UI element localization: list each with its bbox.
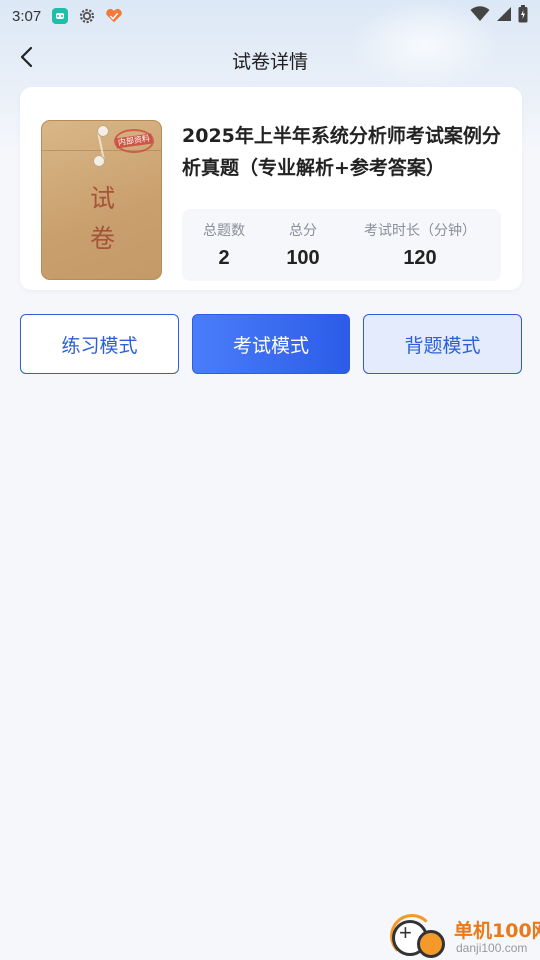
exam-title: 2025年上半年系统分析师考试案例分析真题（专业解析+参考答案） [182, 125, 501, 179]
settings-gear-icon [78, 7, 96, 25]
exam-stats-panel: 总题数 2 总分 100 考试时长（分钟） 120 [182, 209, 501, 281]
status-right-icons [470, 5, 528, 27]
app-notification-icon [51, 7, 69, 25]
stamp-text: 内部资料 [115, 133, 153, 149]
watermark-brand: 单机100网 [454, 920, 540, 942]
exam-info-card: 内部资料 试 卷 2025年上半年系统分析师考试案例分析真题（专业解析+参考答案… [20, 87, 522, 290]
practice-mode-button[interactable]: 练习模式 [20, 314, 179, 374]
cell-signal-icon [496, 6, 512, 26]
wifi-icon [470, 6, 490, 26]
exam-cover-image: 内部资料 试 卷 [41, 120, 162, 280]
status-bar: 3:07 [0, 0, 540, 32]
watermark-logo-icon [417, 930, 445, 958]
watermark: + 单机100网 danji100.com [390, 912, 540, 960]
envelope-button-icon [97, 125, 109, 137]
battery-icon [518, 5, 528, 27]
stat-label: 考试时长（分钟） [364, 223, 476, 239]
cover-char: 试 [89, 184, 115, 213]
stat-label: 总题数 [203, 223, 245, 239]
cover-char: 卷 [89, 224, 115, 253]
stat-label: 总分 [289, 223, 317, 239]
stat-value: 120 [403, 247, 437, 269]
status-time: 3:07 [12, 7, 42, 25]
stat-total-score: 总分 100 [266, 209, 340, 281]
confidential-stamp: 内部资料 [114, 129, 154, 153]
stat-duration: 考试时长（分钟） 120 [342, 209, 498, 281]
stat-value: 100 [286, 247, 320, 269]
envelope-button-icon [93, 155, 105, 167]
navigation-bar: 试卷详情 [0, 36, 540, 82]
plus-icon: + [399, 920, 412, 945]
exam-mode-button[interactable]: 考试模式 [192, 314, 350, 374]
stat-value: 2 [218, 247, 230, 269]
page-title: 试卷详情 [231, 51, 308, 73]
stat-total-questions: 总题数 2 [182, 209, 266, 281]
watermark-url: danji100.com [456, 941, 528, 955]
recite-mode-button[interactable]: 背题模式 [363, 314, 522, 374]
heart-app-icon [105, 7, 123, 25]
